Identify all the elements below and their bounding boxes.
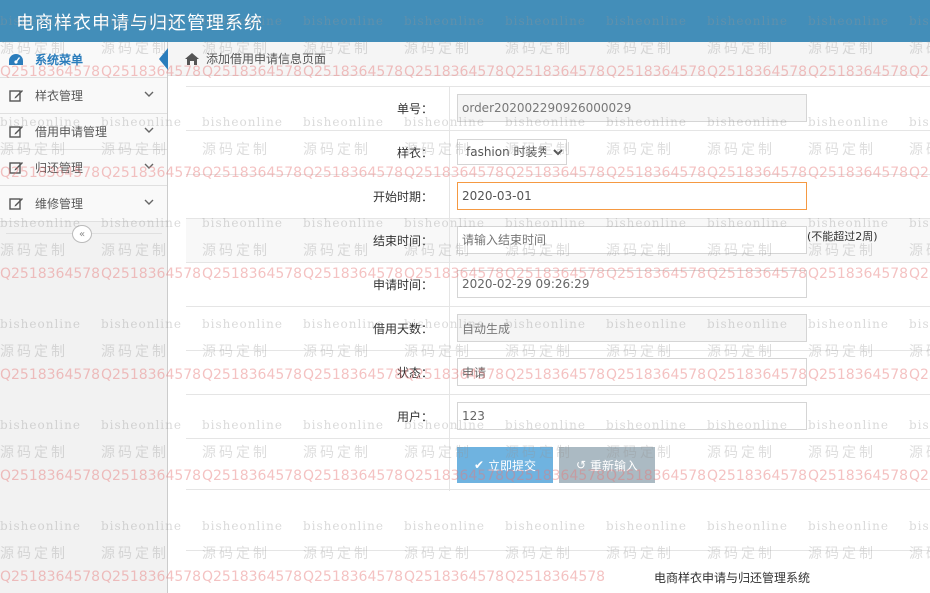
watermark-text: 源码定制: [808, 546, 876, 562]
apply-time-input[interactable]: [457, 270, 807, 298]
watermark-text: 源码定制: [303, 546, 371, 562]
sidebar-menu-header[interactable]: 系统菜单: [0, 42, 168, 78]
edit-icon: [8, 88, 24, 104]
borrow-days-input[interactable]: [457, 314, 807, 342]
sidebar-item-sample[interactable]: 样衣管理: [0, 78, 167, 114]
form-row-user: 用户：: [186, 394, 930, 439]
watermark-text: 源码定制: [707, 546, 775, 562]
sidebar-item-label: 维修管理: [35, 197, 84, 211]
sidebar-item-borrow[interactable]: 借用申请管理: [0, 114, 167, 150]
reset-button-label: 重新输入: [590, 458, 639, 473]
end-time-input[interactable]: [457, 226, 807, 254]
chevron-down-icon: [143, 160, 155, 172]
form-row-status: 状态：: [186, 350, 930, 395]
watermark-text: 源码定制: [202, 546, 270, 562]
sidebar-item-return[interactable]: 归还管理: [0, 150, 167, 186]
submit-button-label: 立即提交: [488, 458, 537, 473]
watermark-text: 源码定制: [505, 546, 573, 562]
edit-icon: [8, 160, 24, 176]
start-date-input[interactable]: [457, 182, 807, 210]
footer-text: 电商样衣申请与归还管理系统: [654, 571, 811, 585]
breadcrumb-current: 添加借用申请信息页面: [206, 52, 327, 66]
status-label: 状态：: [186, 351, 450, 395]
start-date-label: 开始时期：: [186, 175, 450, 219]
apply-time-label: 申请时间：: [186, 263, 450, 307]
user-label: 用户：: [186, 395, 450, 439]
form-actions: ✔ 立即提交 ↺ 重新输入: [186, 438, 930, 491]
breadcrumb: 添加借用申请信息页面: [168, 42, 930, 76]
user-input[interactable]: [457, 402, 807, 430]
end-time-label: 结束时间：: [186, 219, 450, 263]
sidebar-menu-label: 系统菜单: [35, 53, 84, 67]
form-row-apply-time: 申请时间：: [186, 262, 930, 307]
chevron-down-icon: [143, 196, 155, 208]
undo-icon: ↺: [575, 458, 587, 472]
sidebar-item-label: 归还管理: [35, 161, 84, 175]
sidebar-item-label: 借用申请管理: [35, 125, 108, 139]
borrow-application-form: 单号： 样衣： fashion 时装秀 开始时期： 结束时间： (不能超过2周)…: [186, 86, 930, 491]
actions-label-cell: [186, 439, 450, 491]
double-chevron-left-icon: «: [78, 228, 86, 240]
chevron-down-icon: [143, 124, 155, 136]
watermark-text: Q2518364578: [303, 569, 404, 585]
form-row-borrow-days: 借用天数：: [186, 306, 930, 351]
watermark-text: Q2518364578: [202, 569, 303, 585]
chevron-down-icon: [143, 88, 155, 100]
watermark-text: bisheonline: [505, 519, 586, 533]
watermark-text: 源码定制: [404, 546, 472, 562]
watermark-text: 源码定制: [606, 546, 674, 562]
top-navbar: 电商样衣申请与归还管理系统: [0, 0, 930, 42]
order-no-input[interactable]: [457, 94, 807, 122]
watermark-text: Q2518364578: [404, 569, 505, 585]
watermark-text: bisheonline: [808, 519, 889, 533]
sample-label: 样衣：: [186, 131, 450, 175]
app-title: 电商样衣申请与归还管理系统: [16, 13, 263, 34]
watermark-text: bisheonline: [202, 519, 283, 533]
order-no-label: 单号：: [186, 87, 450, 131]
status-input[interactable]: [457, 358, 807, 386]
watermark-text: bisheonline: [606, 519, 687, 533]
borrow-days-label: 借用天数：: [186, 307, 450, 351]
end-time-hint: (不能超过2周): [807, 230, 878, 243]
active-indicator: [159, 48, 168, 70]
watermark-text: Q2518364578: [505, 569, 606, 585]
sidebar-collapse-button[interactable]: «: [72, 225, 92, 243]
watermark-text: bisheonline: [303, 519, 384, 533]
sidebar-item-label: 样衣管理: [35, 89, 84, 103]
home-icon[interactable]: [184, 52, 200, 66]
submit-button[interactable]: ✔ 立即提交: [457, 447, 553, 483]
footer-divider: [186, 550, 930, 551]
sidebar: 系统菜单 样衣管理 借用申请管理 归还管理 维修管理 «: [0, 42, 168, 593]
watermark-text: bisheonline: [707, 519, 788, 533]
dashboard-icon: [8, 52, 24, 68]
edit-icon: [8, 124, 24, 140]
form-row-start-date: 开始时期：: [186, 174, 930, 219]
check-icon: ✔: [473, 458, 485, 472]
watermark-text: bisheonline: [404, 519, 485, 533]
form-row-order-no: 单号：: [186, 86, 930, 131]
edit-icon: [8, 196, 24, 212]
watermark-text: bisheonline: [909, 519, 930, 533]
reset-button[interactable]: ↺ 重新输入: [559, 447, 655, 483]
watermark-text: 源码定制: [909, 546, 930, 562]
form-row-sample: 样衣： fashion 时装秀: [186, 130, 930, 175]
form-row-end-time: 结束时间： (不能超过2周): [186, 218, 930, 263]
sidebar-item-repair[interactable]: 维修管理: [0, 186, 167, 222]
sample-select[interactable]: fashion 时装秀: [457, 139, 567, 165]
